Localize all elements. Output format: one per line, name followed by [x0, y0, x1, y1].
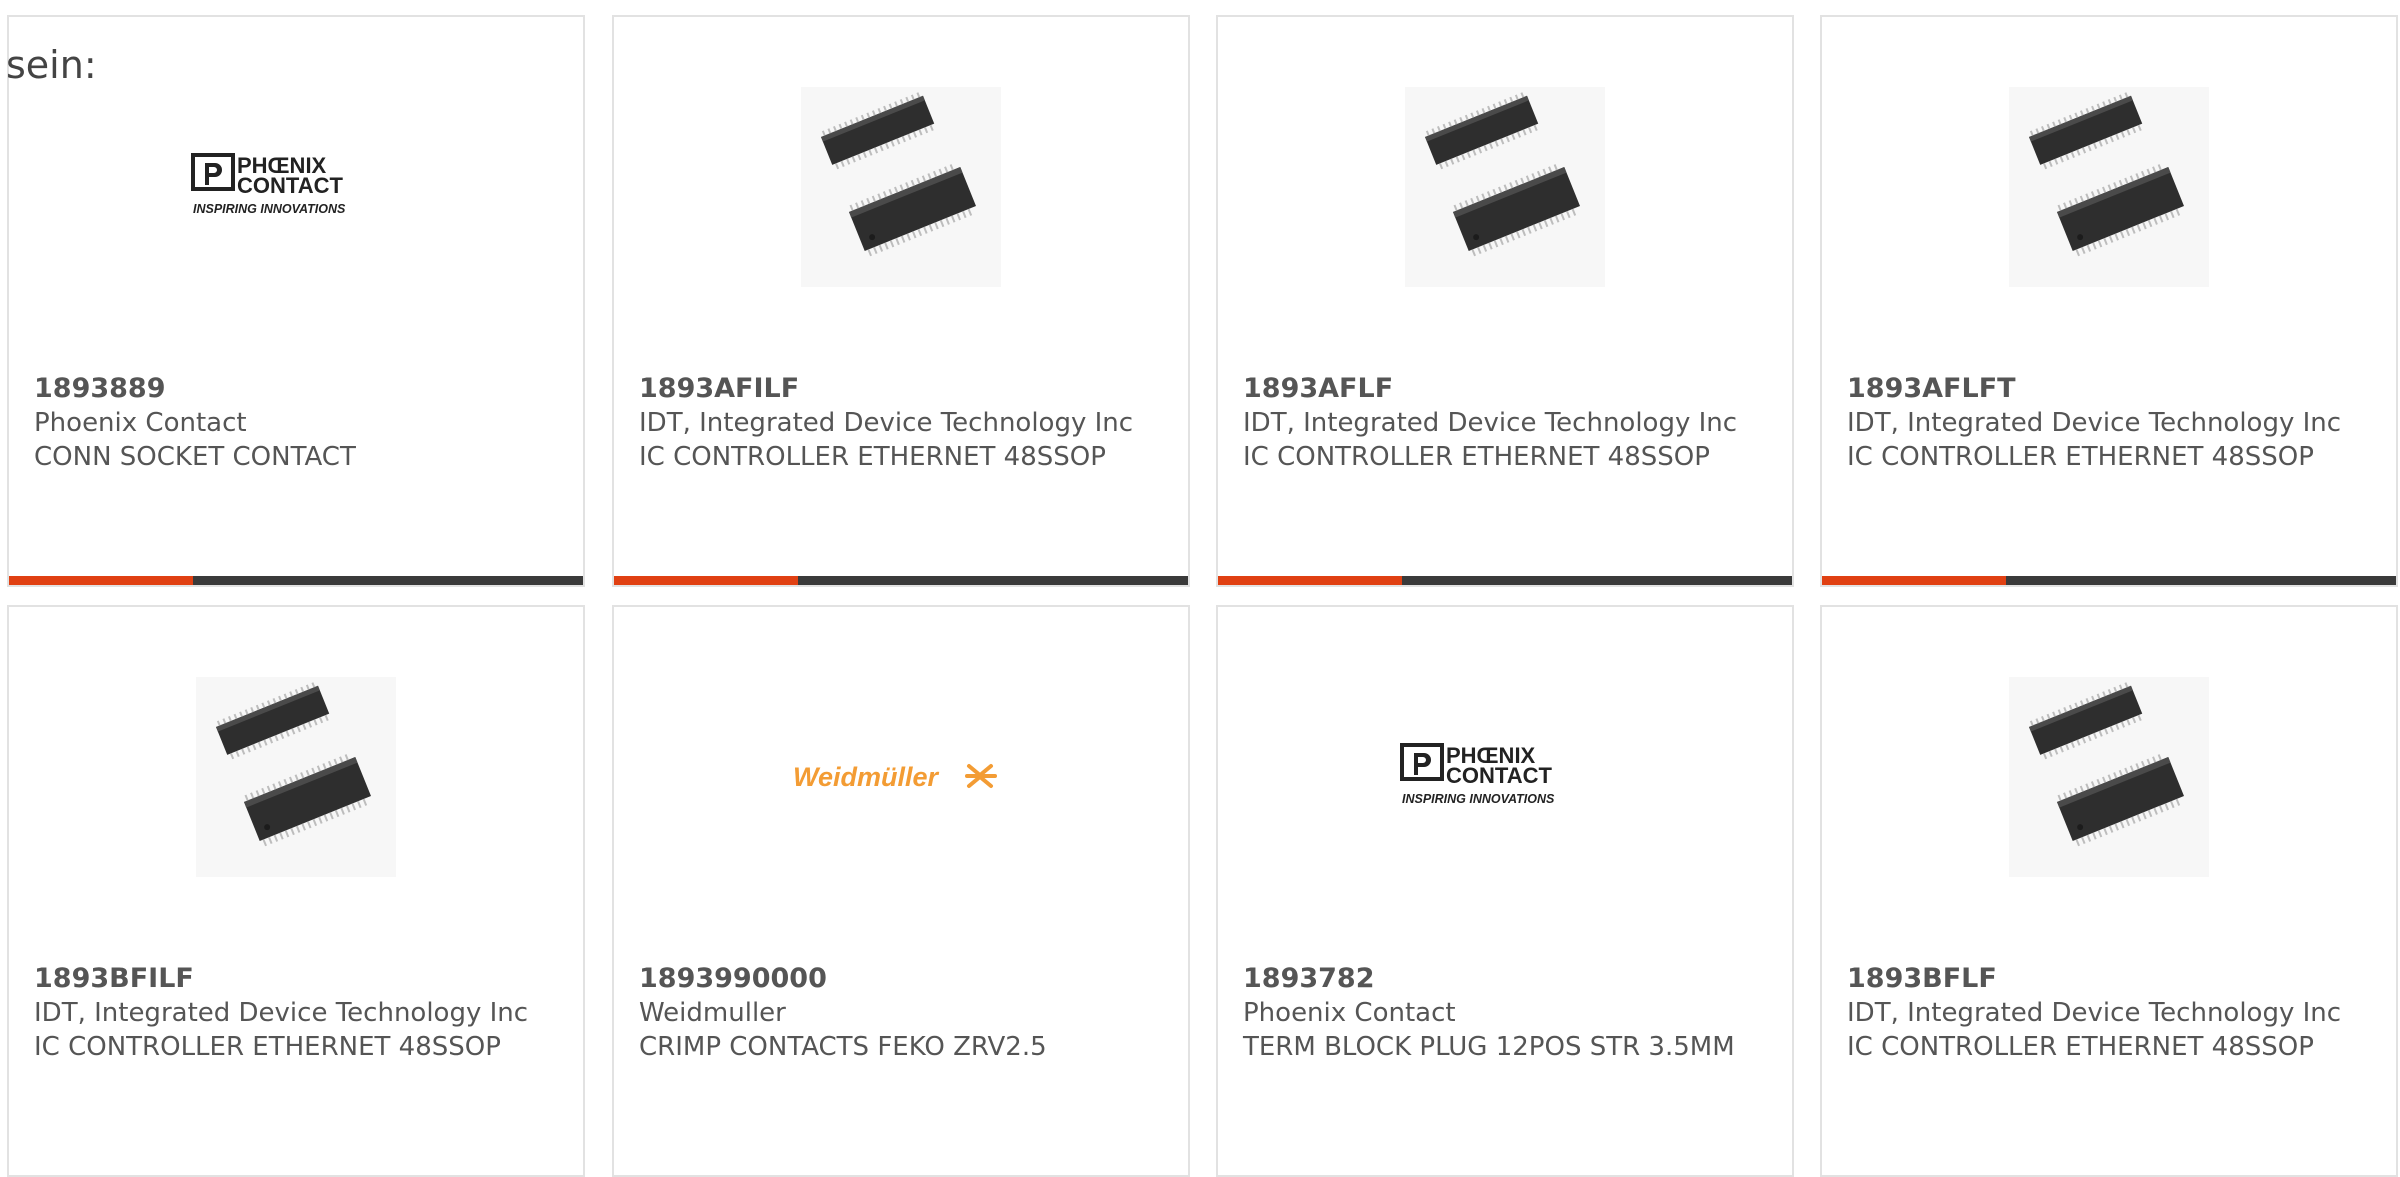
part-number[interactable]: 1893782	[1243, 962, 1772, 996]
product-image	[614, 87, 1188, 287]
product-text: 1893990000 Weidmuller CRIMP CONTACTS FEK…	[639, 962, 1168, 1064]
part-number[interactable]: 1893BFILF	[34, 962, 563, 996]
product-card[interactable]: 1893AFILF IDT, Integrated Device Technol…	[612, 15, 1190, 587]
product-card[interactable]: 1893AFLF IDT, Integrated Device Technolo…	[1216, 15, 1794, 587]
product-card[interactable]: 1893AFLFT IDT, Integrated Device Technol…	[1820, 15, 2398, 587]
part-number[interactable]: 1893889	[34, 372, 563, 406]
description: IC CONTROLLER ETHERNET 48SSOP	[1847, 1032, 2314, 1062]
card-bottom-bar	[9, 576, 583, 585]
product-image: Weidmüller	[614, 677, 1188, 877]
card-accent-bar	[1822, 576, 2006, 585]
manufacturer: IDT, Integrated Device Technology Inc	[1243, 408, 1738, 438]
product-image: PHŒNIX CONTACT INSPIRING INNOVATIONS	[9, 87, 583, 287]
product-text: 1893889 Phoenix Contact CONN SOCKET CONT…	[34, 372, 563, 474]
intro-text: sein:	[6, 43, 97, 87]
svg-text:INSPIRING INNOVATIONS: INSPIRING INNOVATIONS	[193, 202, 346, 216]
description: TERM BLOCK PLUG 12POS STR 3.5MM	[1243, 1032, 1735, 1062]
ssop-chip-icon	[196, 677, 396, 877]
svg-text:CONTACT: CONTACT	[1446, 763, 1552, 788]
product-card[interactable]: 1893BFLF IDT, Integrated Device Technolo…	[1820, 605, 2398, 1177]
card-bottom-bar	[1822, 576, 2396, 585]
part-number[interactable]: 1893AFLFT	[1847, 372, 2376, 406]
description: IC CONTROLLER ETHERNET 48SSOP	[34, 1032, 501, 1062]
weidmuller-logo-icon: Weidmüller	[793, 762, 997, 792]
part-number[interactable]: 1893AFILF	[639, 372, 1168, 406]
ssop-chip-icon	[801, 87, 1001, 287]
product-image	[1822, 677, 2396, 877]
manufacturer: Phoenix Contact	[1243, 998, 1456, 1028]
product-card[interactable]: PHŒNIX CONTACT INSPIRING INNOVATIONS 189…	[7, 15, 585, 587]
svg-text:INSPIRING INNOVATIONS: INSPIRING INNOVATIONS	[1402, 792, 1555, 806]
product-text: 1893BFLF IDT, Integrated Device Technolo…	[1847, 962, 2376, 1064]
product-text: 1893782 Phoenix Contact TERM BLOCK PLUG …	[1243, 962, 1772, 1064]
part-number[interactable]: 1893AFLF	[1243, 372, 1772, 406]
product-card[interactable]: 1893BFILF IDT, Integrated Device Technol…	[7, 605, 585, 1177]
svg-text:Weidmüller: Weidmüller	[793, 762, 940, 792]
part-number[interactable]: 1893BFLF	[1847, 962, 2376, 996]
product-text: 1893AFLF IDT, Integrated Device Technolo…	[1243, 372, 1772, 474]
phoenix-contact-logo-icon: PHŒNIX CONTACT INSPIRING INNOVATIONS	[191, 153, 346, 216]
product-image	[9, 677, 583, 877]
manufacturer: Phoenix Contact	[34, 408, 247, 438]
phoenix-contact-logo-icon: PHŒNIX CONTACT INSPIRING INNOVATIONS	[1400, 743, 1555, 806]
card-bottom-bar	[614, 576, 1188, 585]
product-text: 1893AFILF IDT, Integrated Device Technol…	[639, 372, 1168, 474]
ssop-chip-icon	[1405, 87, 1605, 287]
card-bottom-bar	[1218, 576, 1792, 585]
description: IC CONTROLLER ETHERNET 48SSOP	[639, 442, 1106, 472]
product-card[interactable]: PHŒNIX CONTACT INSPIRING INNOVATIONS 189…	[1216, 605, 1794, 1177]
manufacturer: IDT, Integrated Device Technology Inc	[34, 998, 529, 1028]
product-image: PHŒNIX CONTACT INSPIRING INNOVATIONS	[1218, 677, 1792, 877]
ssop-chip-icon	[2009, 677, 2209, 877]
description: CRIMP CONTACTS FEKO ZRV2.5	[639, 1032, 1047, 1062]
card-accent-bar	[1218, 576, 1402, 585]
ssop-chip-icon	[2009, 87, 2209, 287]
card-accent-bar	[9, 576, 193, 585]
product-image	[1218, 87, 1792, 287]
description: IC CONTROLLER ETHERNET 48SSOP	[1847, 442, 2314, 472]
product-card[interactable]: Weidmüller 1893990000 Weidmuller CRIMP C…	[612, 605, 1190, 1177]
manufacturer: IDT, Integrated Device Technology Inc	[1847, 998, 2342, 1028]
manufacturer: Weidmuller	[639, 998, 786, 1028]
manufacturer: IDT, Integrated Device Technology Inc	[1847, 408, 2342, 438]
product-image	[1822, 87, 2396, 287]
manufacturer: IDT, Integrated Device Technology Inc	[639, 408, 1134, 438]
description: CONN SOCKET CONTACT	[34, 442, 356, 472]
product-text: 1893AFLFT IDT, Integrated Device Technol…	[1847, 372, 2376, 474]
product-text: 1893BFILF IDT, Integrated Device Technol…	[34, 962, 563, 1064]
card-accent-bar	[614, 576, 798, 585]
svg-text:CONTACT: CONTACT	[237, 173, 343, 198]
part-number[interactable]: 1893990000	[639, 962, 1168, 996]
description: IC CONTROLLER ETHERNET 48SSOP	[1243, 442, 1710, 472]
